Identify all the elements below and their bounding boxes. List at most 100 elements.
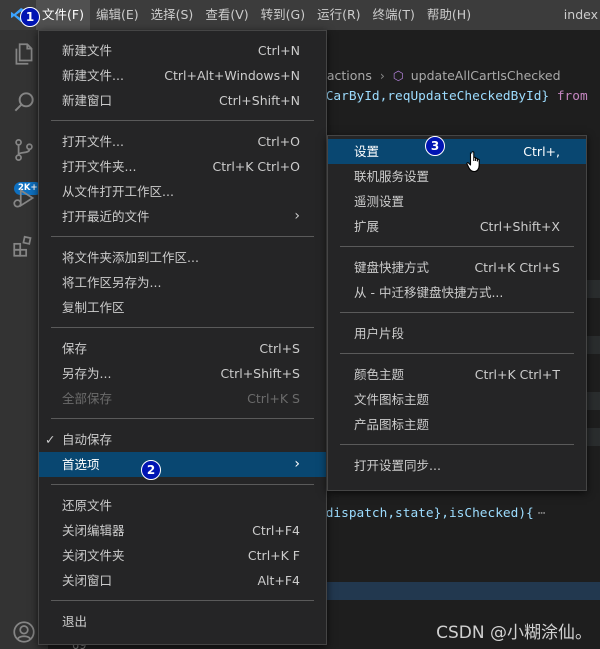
code-line-function: {dispatch,state},isChecked){⋯	[318, 506, 546, 521]
menubar-item[interactable]: 终端(T)	[367, 0, 421, 30]
menu-item[interactable]: 关闭窗口 Alt+F4	[39, 568, 326, 593]
menu-item[interactable]: 产品图标主题	[328, 412, 586, 437]
menu-item-shortcut: Ctrl+O	[257, 134, 300, 149]
menu-item-shortcut: Ctrl+K Ctrl+S	[474, 260, 560, 275]
menu-item-label: 复制工作区	[62, 300, 125, 315]
menubar-item[interactable]: 帮助(H)	[421, 0, 477, 30]
checkmark-icon: ✓	[45, 432, 56, 447]
menu-item-shortcut: Ctrl+K Ctrl+O	[212, 159, 300, 174]
menu-item-label: 还原文件	[62, 498, 113, 513]
menu-item[interactable]: 打开设置同步...	[328, 453, 586, 478]
menu-item[interactable]: 用户片段	[328, 321, 586, 346]
menu-item[interactable]: 打开文件夹... Ctrl+K Ctrl+O	[39, 154, 326, 179]
menu-separator	[340, 246, 574, 247]
menu-item[interactable]: ✓ 自动保存	[39, 427, 326, 452]
menu-item[interactable]: 新建窗口 Ctrl+Shift+N	[39, 88, 326, 113]
menu-separator	[340, 444, 574, 445]
menu-item-shortcut: Ctrl+K F	[247, 548, 300, 563]
menu-item[interactable]: 遥测设置	[328, 189, 586, 214]
menu-item[interactable]: 新建文件... Ctrl+Alt+Windows+N	[39, 63, 326, 88]
window-title: index	[563, 7, 598, 22]
menu-bar: 文件(F) 编辑(E) 选择(S) 查看(V) 转到(G) 运行(R) 终端(T) 帮助(H)…	[0, 0, 600, 30]
step-3-marker: 3	[425, 136, 445, 156]
menu-item-label: 打开文件...	[62, 134, 124, 149]
menu-item-shortcut: Ctrl+S	[259, 341, 300, 356]
breadcrumb[interactable]: ] actions › ⬡ updateAllCartIsChecked	[318, 66, 561, 86]
menu-item-label: 自动保存	[62, 432, 113, 447]
menu-item[interactable]: 将文件夹添加到工作区...	[39, 245, 326, 270]
menu-separator	[51, 418, 314, 419]
menu-item-label: 产品图标主题	[354, 417, 430, 432]
menu-item[interactable]: 从文件打开工作区...	[39, 179, 326, 204]
menu-item[interactable]: 保存 Ctrl+S	[39, 336, 326, 361]
menu-item[interactable]: 关闭文件夹 Ctrl+K F	[39, 543, 326, 568]
menu-item[interactable]: 设置 Ctrl+,	[328, 139, 586, 164]
menu-item-label: 全部保存	[62, 391, 113, 406]
menu-item-label: 打开文件夹...	[62, 159, 137, 174]
menu-item-shortcut: Alt+F4	[257, 573, 300, 588]
menu-item-shortcut: Ctrl+K S	[247, 391, 300, 406]
menu-item-label: 打开最近的文件	[62, 209, 150, 224]
menu-item-label: 颜色主题	[354, 367, 405, 382]
menu-item[interactable]: 将工作区另存为...	[39, 270, 326, 295]
menu-item-label: 从 - 中迁移键盘快捷方式...	[354, 285, 504, 300]
menu-item-shortcut: Ctrl+N	[257, 43, 300, 58]
preferences-submenu: 设置 Ctrl+, 联机服务设置遥测设置扩展 Ctrl+Shift+X 键盘快捷方式 Ct…	[327, 135, 587, 491]
menu-item-label: 将文件夹添加到工作区...	[62, 250, 199, 265]
hand-pointer-icon	[466, 151, 480, 173]
menu-item-label: 新建窗口	[62, 93, 113, 108]
chevron-right-icon: ›	[379, 68, 385, 83]
code-line-import: eCarById,reqUpdateCheckedById} from	[318, 89, 588, 104]
menu-item-label: 将工作区另存为...	[62, 275, 162, 290]
breadcrumb-actions[interactable]: actions	[327, 68, 372, 83]
menu-item-label: 新建文件...	[62, 68, 124, 83]
menu-separator	[51, 327, 314, 328]
menu-item[interactable]: 颜色主题 Ctrl+K Ctrl+T	[328, 362, 586, 387]
menu-item[interactable]: 另存为... Ctrl+Shift+S	[39, 361, 326, 386]
menu-item[interactable]: 联机服务设置	[328, 164, 586, 189]
menu-separator	[51, 120, 314, 121]
menu-separator	[51, 484, 314, 485]
step-2-marker: 2	[141, 460, 161, 480]
menu-item-label: 关闭窗口	[62, 573, 113, 588]
menu-item-label: 遥测设置	[354, 194, 405, 209]
menu-item-shortcut: Ctrl+F4	[252, 523, 300, 538]
menu-item-label: 另存为...	[62, 366, 112, 381]
menubar-item[interactable]: 文件(F)	[36, 0, 90, 30]
menu-item-label: 首选项	[62, 457, 100, 472]
menu-item[interactable]: 打开文件... Ctrl+O	[39, 129, 326, 154]
menu-item-label: 用户片段	[354, 326, 405, 341]
menu-item[interactable]: 从 - 中迁移键盘快捷方式...	[328, 280, 586, 305]
menu-separator	[340, 312, 574, 313]
menubar-item[interactable]: 查看(V)	[199, 0, 254, 30]
editor-selection-strip	[326, 582, 600, 600]
menu-item-label: 新建文件	[62, 43, 113, 58]
menu-item[interactable]: 首选项 ›	[39, 452, 326, 477]
menu-item[interactable]: 键盘快捷方式 Ctrl+K Ctrl+S	[328, 255, 586, 280]
menu-item-shortcut: Ctrl+Alt+Windows+N	[164, 68, 300, 83]
menu-item-shortcut: Ctrl+Shift+X	[479, 219, 560, 234]
menu-item[interactable]: 关闭编辑器 Ctrl+F4	[39, 518, 326, 543]
menu-item[interactable]: 新建文件 Ctrl+N	[39, 38, 326, 63]
menu-item[interactable]: 扩展 Ctrl+Shift+X	[328, 214, 586, 239]
menu-item[interactable]: 打开最近的文件 ›	[39, 204, 326, 229]
menu-separator	[51, 600, 314, 601]
menu-item-label: 退出	[62, 614, 88, 629]
menu-item-label: 关闭文件夹	[62, 548, 125, 563]
menubar-item[interactable]: 转到(G)	[255, 0, 311, 30]
menu-item-shortcut: Ctrl+Shift+S	[220, 366, 300, 381]
breadcrumb-method[interactable]: updateAllCartIsChecked	[411, 68, 561, 83]
menu-item[interactable]: 文件图标主题	[328, 387, 586, 412]
menu-item-label: 设置	[354, 144, 380, 159]
menu-item[interactable]: 全部保存 Ctrl+K S	[39, 386, 326, 411]
menubar-item[interactable]: 编辑(E)	[90, 0, 145, 30]
method-cube-icon: ⬡	[392, 68, 404, 83]
menu-item[interactable]: 复制工作区	[39, 295, 326, 320]
menubar-item[interactable]: 选择(S)	[145, 0, 200, 30]
menu-item[interactable]: 还原文件	[39, 493, 326, 518]
menu-item[interactable]: 退出	[39, 609, 326, 634]
menubar-item[interactable]: 运行(R)	[311, 0, 366, 30]
menu-separator	[340, 353, 574, 354]
menu-item-shortcut: Ctrl+K Ctrl+T	[474, 367, 560, 382]
menu-item-label: 打开设置同步...	[354, 458, 441, 473]
